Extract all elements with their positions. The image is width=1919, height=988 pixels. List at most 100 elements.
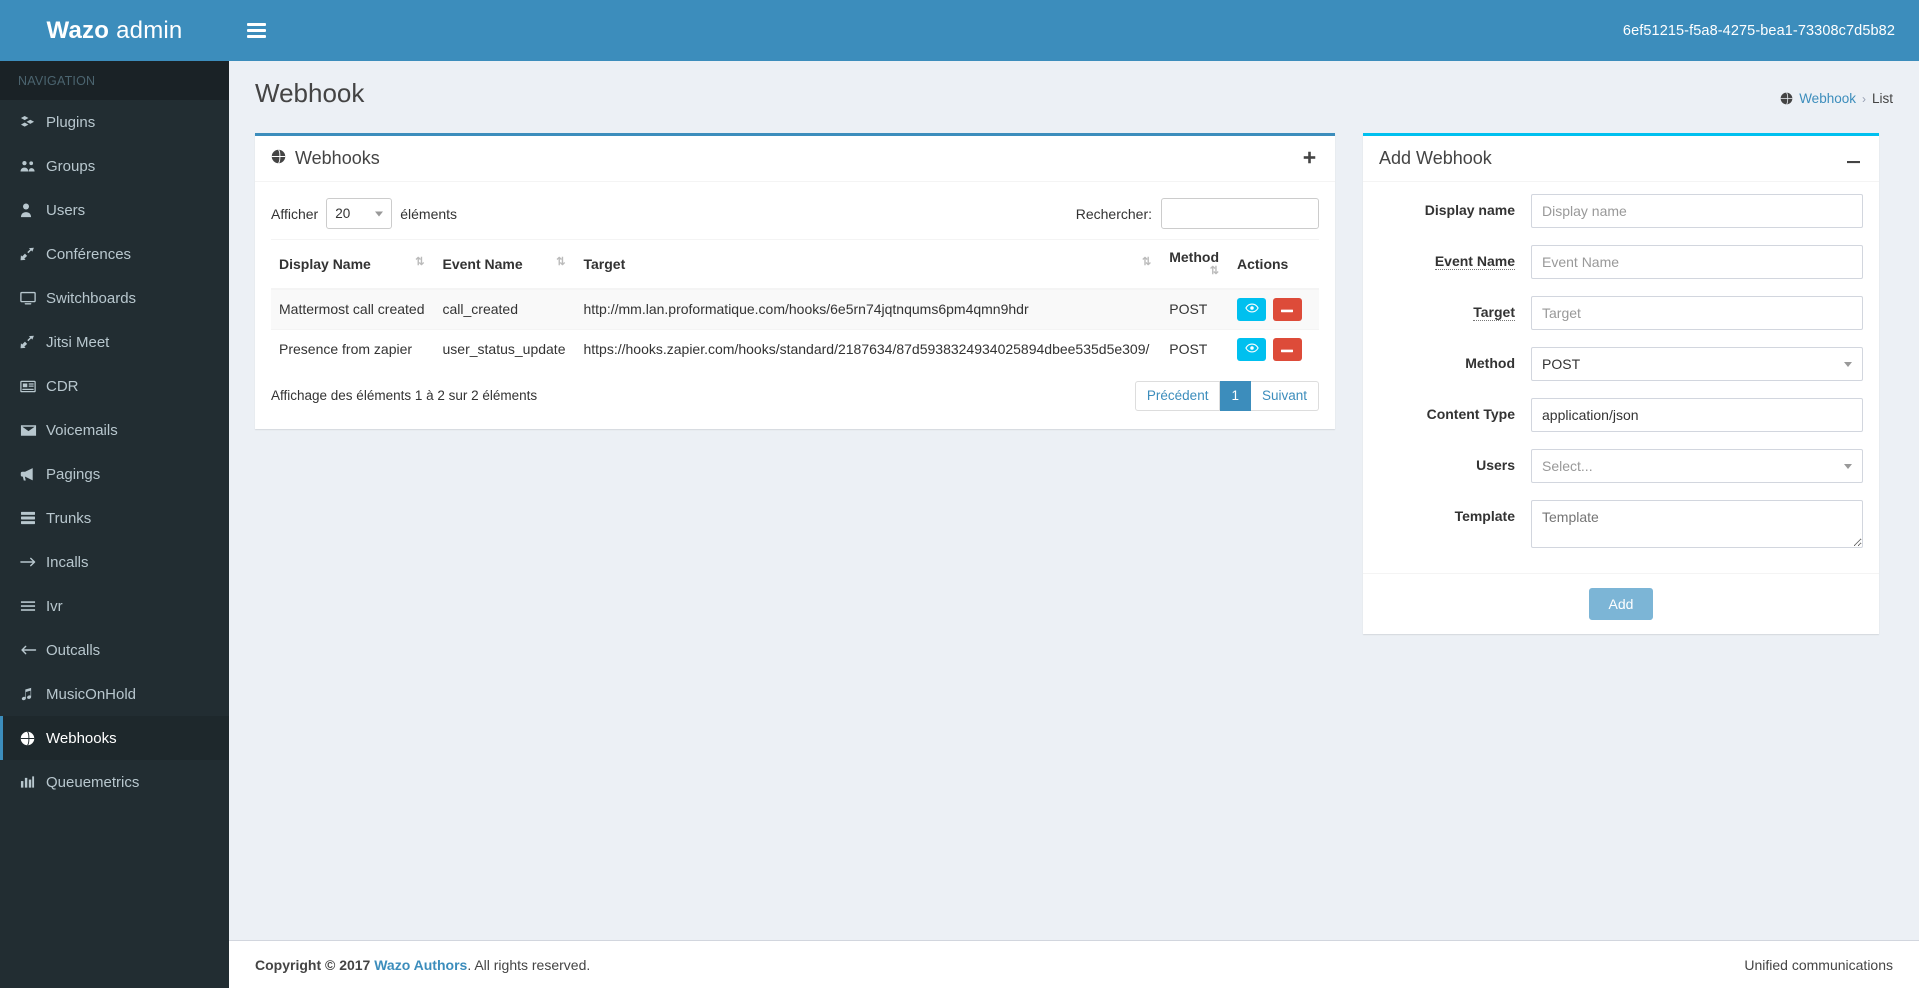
users-select[interactable]: Select...: [1531, 449, 1863, 483]
method-select[interactable]: POST: [1531, 347, 1863, 381]
label-template: Template: [1454, 508, 1515, 524]
column-label: Display Name: [279, 255, 371, 272]
delete-webhook-button[interactable]: [1272, 337, 1302, 361]
label-display-name: Display name: [1424, 202, 1515, 218]
datatable-filter: Rechercher:: [1076, 198, 1319, 229]
sidebar-item-trunks[interactable]: Trunks: [0, 496, 229, 540]
sidebar-item-groups[interactable]: Groups: [0, 144, 229, 188]
sidebar-item-outcalls[interactable]: Outcalls: [0, 628, 229, 672]
eye-icon: [1244, 342, 1259, 356]
control-method: POST: [1531, 347, 1863, 381]
column-label: Event Name: [442, 255, 523, 272]
hamburger-icon[interactable]: [229, 0, 283, 61]
top-navbar: 6ef51215-f5a8-4275-bea1-73308c7d5b82: [229, 0, 1919, 61]
sidebar-item-label: Trunks: [46, 509, 92, 527]
field-users: Users Select...: [1379, 449, 1863, 483]
footer-tagline: Unified communications: [1744, 956, 1893, 973]
view-webhook-button[interactable]: [1237, 337, 1266, 361]
minus-icon: [1847, 149, 1860, 168]
sort-icon: ⇅: [1142, 255, 1152, 268]
datatable-info: Affichage des éléments 1 à 2 sur 2 éléme…: [271, 388, 538, 404]
sidebar-item-conferences[interactable]: Conférences: [0, 232, 229, 276]
column-header-target[interactable]: Target ⇅: [575, 238, 1162, 290]
sidebar-item-label: Queuemetrics: [46, 773, 140, 791]
sidebar-item-label: Groups: [46, 157, 96, 175]
webhooks-box-tools: [1298, 148, 1321, 169]
webhooks-table-head: Display Name ⇅ Event Name ⇅ Target ⇅ Met…: [271, 238, 1319, 290]
footer-authors-link[interactable]: Wazo Authors: [374, 957, 467, 973]
sidebar-item-incalls[interactable]: Incalls: [0, 540, 229, 584]
sidebar-item-plugins[interactable]: Plugins: [0, 100, 229, 144]
brand-logo[interactable]: Wazo admin: [0, 0, 229, 61]
pagination-next[interactable]: Suivant: [1250, 380, 1319, 411]
column-label: Target: [583, 255, 626, 272]
sidebar-item-label: Conférences: [46, 245, 132, 263]
globe-icon: [271, 148, 286, 169]
sidebar-item-voicemails[interactable]: Voicemails: [0, 408, 229, 452]
webhooks-box-title-text: Webhooks: [295, 148, 380, 168]
newspaper-icon: [20, 380, 46, 393]
cell-display-name: Presence from zapier: [271, 328, 435, 369]
sidebar-item-musiconhold[interactable]: MusicOnHold: [0, 672, 229, 716]
collapse-box-button[interactable]: [1842, 148, 1865, 169]
field-display-name: Display name: [1379, 194, 1863, 228]
datatable-footer: Affichage des éléments 1 à 2 sur 2 éléme…: [271, 369, 1319, 415]
field-target: Target: [1379, 296, 1863, 330]
content-type-input[interactable]: [1531, 398, 1863, 432]
column-header-display-name[interactable]: Display Name ⇅: [271, 238, 435, 290]
content-header: Webhook Webhook › List: [229, 61, 1919, 119]
cell-actions: [1229, 288, 1319, 330]
desktop-icon: [20, 291, 46, 305]
sort-icon: ⇅: [556, 255, 566, 268]
length-label-after: éléments: [400, 205, 458, 222]
add-webhook-box: Add Webhook Display name Display name Ev…: [1363, 133, 1879, 634]
sidebar-item-switchboards[interactable]: Switchboards: [0, 276, 229, 320]
field-content-type: Content Type: [1379, 398, 1863, 432]
target-input[interactable]: [1531, 296, 1863, 330]
sidebar-item-queuemetrics[interactable]: Queuemetrics: [0, 760, 229, 804]
view-webhook-button[interactable]: [1237, 297, 1266, 321]
sidebar-item-ivr[interactable]: Ivr: [0, 584, 229, 628]
sidebar-item-label: Users: [46, 201, 86, 219]
webhooks-box-header: Webhooks: [255, 136, 1335, 182]
control-template: [1531, 500, 1863, 551]
delete-webhook-button[interactable]: [1272, 297, 1302, 321]
label-users: Users: [1476, 457, 1515, 473]
event-name-input[interactable]: [1531, 245, 1863, 279]
sidebar-item-label: Voicemails: [46, 421, 118, 439]
cell-display-name: Mattermost call created: [271, 288, 435, 330]
pagination-previous[interactable]: Précédent: [1134, 380, 1221, 411]
breadcrumb-current: List: [1871, 91, 1893, 106]
page-length-select[interactable]: 20: [326, 198, 393, 229]
sidebar-item-pagings[interactable]: Pagings: [0, 452, 229, 496]
content-body: Webhooks Afficher 20 éléments Rechercher…: [229, 119, 1919, 988]
sidebar-item-jitsi-meet[interactable]: Jitsi Meet: [0, 320, 229, 364]
webhooks-box-body: Afficher 20 éléments Rechercher: Display…: [255, 182, 1335, 429]
display-name-input[interactable]: [1531, 194, 1863, 228]
column-label: Actions: [1237, 255, 1289, 272]
template-textarea[interactable]: [1531, 500, 1863, 548]
breadcrumb-root[interactable]: Webhook: [1799, 91, 1856, 106]
sidebar-item-users[interactable]: Users: [0, 188, 229, 232]
arrow-left-icon: [20, 644, 46, 656]
envelope-icon: [20, 424, 46, 437]
add-webhook-plus-button[interactable]: [1298, 148, 1321, 169]
app-root: Wazo admin NAVIGATION Plugins Groups Use…: [0, 0, 1919, 988]
label-event-name: Event Name: [1434, 253, 1515, 270]
sidebar-item-cdr[interactable]: CDR: [0, 364, 229, 408]
column-header-method[interactable]: Method ⇅: [1161, 238, 1229, 290]
add-webhook-form: Display name Event Name: [1363, 182, 1879, 573]
pagination-page-1[interactable]: 1: [1220, 380, 1251, 411]
webhooks-table: Display Name ⇅ Event Name ⇅ Target ⇅ Met…: [271, 238, 1319, 369]
add-button[interactable]: Add: [1588, 588, 1654, 620]
search-input[interactable]: [1161, 198, 1319, 229]
sidebar-item-webhooks[interactable]: Webhooks: [0, 716, 229, 760]
sort-icon: ⇅: [415, 255, 425, 268]
webhooks-box-title: Webhooks: [271, 148, 380, 169]
column-header-event-name[interactable]: Event Name ⇅: [434, 238, 576, 290]
table-header-row: Display Name ⇅ Event Name ⇅ Target ⇅ Met…: [271, 238, 1319, 290]
sidebar-item-label: Jitsi Meet: [46, 333, 110, 351]
control-display-name: [1531, 194, 1863, 228]
footer-copyright-prefix: Copyright © 2017: [255, 956, 371, 973]
webhooks-box: Webhooks Afficher 20 éléments Rechercher…: [255, 133, 1335, 429]
